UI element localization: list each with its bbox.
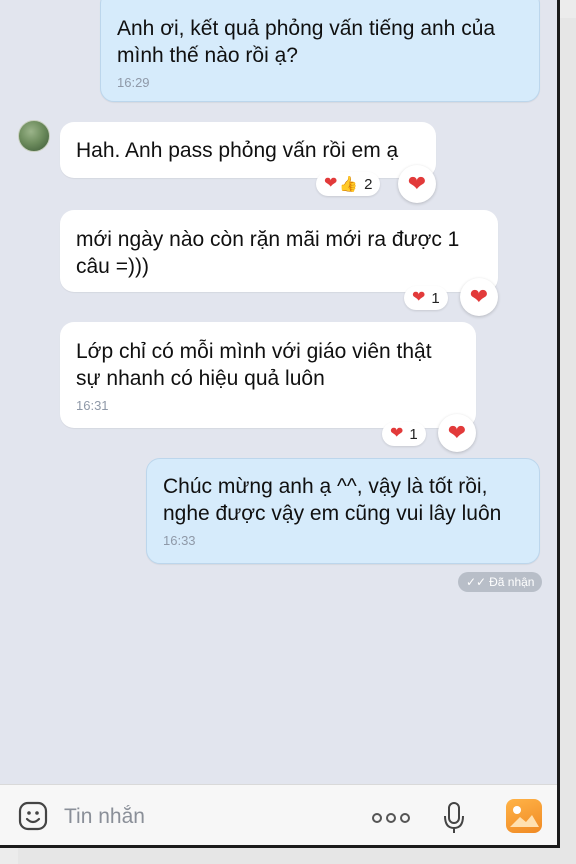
reaction-count: 2 [364, 175, 373, 193]
message-time: 16:29 [117, 75, 150, 90]
thumbs-up-icon: 👍 [339, 175, 359, 193]
chat-screen: Anh ơi, kết quả phỏng vấn tiếng anh của … [0, 0, 560, 848]
heart-icon: ❤ [469, 284, 489, 309]
react-heart-button[interactable]: ❤ [398, 165, 436, 203]
message-time: 16:31 [76, 398, 109, 413]
message-bubble-incoming[interactable]: Lớp chỉ có mỗi mình với giáo viên thật s… [60, 322, 476, 428]
message-input[interactable] [64, 803, 344, 831]
delivery-status-badge: ✓✓ Đã nhận [458, 572, 543, 592]
microphone-icon[interactable] [442, 801, 466, 835]
message-time: 16:33 [163, 533, 196, 548]
heart-icon: ❤ [447, 420, 467, 445]
message-text: Hah. Anh pass phỏng vấn rồi em ạ [76, 139, 399, 162]
message-text: Lớp chỉ có mỗi mình với giáo viên thật s… [76, 340, 432, 390]
message-text: Anh ơi, kết quả phỏng vấn tiếng anh của … [117, 17, 496, 67]
react-heart-button[interactable]: ❤ [438, 414, 476, 452]
double-check-icon: ✓✓ [466, 575, 487, 589]
reaction-summary[interactable]: ❤ 👍 2 [316, 172, 381, 196]
heart-icon: ❤ [412, 289, 426, 306]
message-bubble-outgoing[interactable]: Anh ơi, kết quả phỏng vấn tiếng anh của … [100, 0, 540, 102]
react-heart-button[interactable]: ❤ [460, 278, 498, 316]
delivery-status-text: Đã nhận [489, 575, 535, 589]
heart-icon: ❤ [390, 425, 404, 442]
message-bubble-incoming[interactable]: Hah. Anh pass phỏng vấn rồi em ạ [60, 122, 436, 178]
reaction-count: 1 [431, 289, 440, 307]
heart-icon: ❤ [407, 171, 427, 196]
reaction-summary[interactable]: ❤ 1 [382, 422, 426, 446]
page-shadow-right [560, 18, 576, 864]
more-icon[interactable] [372, 813, 410, 825]
page-shadow-bottom [18, 848, 576, 864]
heart-icon: ❤ [324, 175, 338, 192]
message-bubble-outgoing[interactable]: Chúc mừng anh ạ ^^, vậy là tốt rồi, nghe… [146, 458, 540, 564]
message-bubble-incoming[interactable]: mới ngày nào còn rặn mãi mới ra được 1 c… [60, 210, 498, 292]
reaction-summary[interactable]: ❤ 1 [404, 286, 448, 310]
message-composer [0, 784, 557, 845]
emoji-icon[interactable] [18, 801, 48, 831]
image-icon[interactable] [506, 799, 542, 833]
contact-avatar[interactable] [18, 120, 50, 152]
message-text: Chúc mừng anh ạ ^^, vậy là tốt rồi, nghe… [163, 475, 502, 525]
reaction-count: 1 [409, 425, 418, 443]
image-picture-icon [510, 806, 539, 827]
message-text: mới ngày nào còn rặn mãi mới ra được 1 c… [76, 228, 460, 278]
